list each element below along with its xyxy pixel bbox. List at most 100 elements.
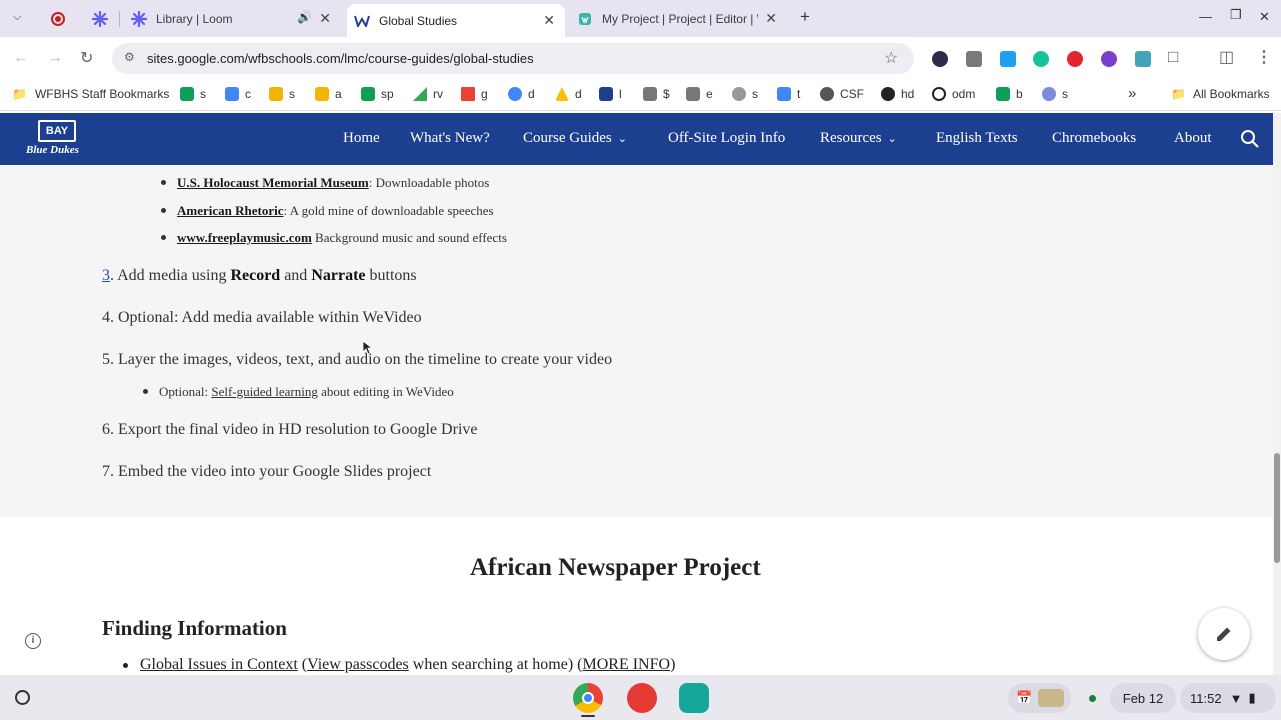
extension-icon[interactable] — [966, 51, 982, 67]
bookmark-item[interactable]: s — [180, 87, 206, 101]
bookmark-item[interactable]: odm — [932, 87, 975, 101]
tab-library-loom[interactable]: Library | Loom 🔊 ✕ — [131, 4, 341, 33]
menu-kebab-icon[interactable]: ⋮ — [1256, 47, 1272, 67]
nav-resources[interactable]: Resources ⌄ — [820, 130, 897, 147]
bookmark-item[interactable]: g — [461, 87, 488, 101]
nav-home[interactable]: Home — [343, 130, 380, 147]
bookmark-item[interactable]: s — [732, 87, 758, 101]
pencil-icon — [1217, 627, 1231, 641]
bookmark-item[interactable]: c — [225, 87, 251, 101]
bookmark-label: sp — [381, 87, 394, 101]
list-item-text: : A gold mine of downloadable speeches — [283, 203, 494, 218]
chrome-icon[interactable] — [573, 683, 603, 713]
nav-course-guides[interactable]: Course Guides ⌄ — [523, 130, 627, 147]
american-rhetoric-link[interactable]: American Rhetoric — [177, 203, 284, 218]
freeplaymusic-link[interactable]: www.freeplaymusic.com — [177, 230, 312, 245]
address-bar[interactable]: ⚙ sites.google.com/wfbschools.com/lmc/co… — [112, 43, 914, 74]
reload-icon[interactable]: ↻ — [80, 48, 93, 68]
nav-english-texts[interactable]: English Texts — [936, 130, 1018, 147]
site-header: BAY Blue Dukes Home What's New? Course G… — [0, 113, 1273, 165]
speaker-icon[interactable]: 🔊 — [297, 10, 312, 24]
close-window-icon[interactable]: ✕ — [1259, 9, 1270, 25]
tab-wevideo[interactable]: My Project | Project | Editor | W ✕ — [577, 4, 787, 33]
bookmark-item[interactable]: d — [508, 87, 535, 101]
extension-icon[interactable] — [1101, 51, 1117, 67]
bookmark-item[interactable]: l — [599, 87, 622, 101]
global-issues-link[interactable]: Global Issues in Context — [140, 656, 298, 673]
list-item-text: about editing in WeVideo — [317, 384, 454, 399]
bookmark-icon — [732, 87, 746, 101]
site-info-icon[interactable]: ⚙ — [124, 50, 135, 64]
list-item: American Rhetoric: A gold mine of downlo… — [161, 203, 494, 219]
bookmarks-overflow-icon[interactable]: » — [1128, 85, 1136, 102]
tab-global-studies[interactable]: Global Studies ✕ — [347, 4, 565, 37]
scrollbar[interactable] — [1273, 113, 1281, 675]
bookmark-item[interactable]: s — [1042, 87, 1068, 101]
bookmark-icon — [881, 87, 895, 101]
new-tab-icon[interactable]: + — [800, 7, 810, 27]
scrollbar-thumb[interactable] — [1274, 453, 1280, 563]
edit-button[interactable] — [1198, 608, 1250, 660]
tab-loom[interactable] — [92, 4, 110, 33]
restore-icon[interactable]: ❐ — [1230, 7, 1242, 23]
record-icon — [50, 11, 66, 27]
tray-holding-space[interactable]: 📅 — [1008, 683, 1071, 713]
canvas-app-icon[interactable] — [627, 683, 657, 713]
more-info-link[interactable]: MORE INFO — [583, 656, 671, 673]
all-bookmarks-button[interactable]: 📁 All Bookmarks — [1171, 87, 1270, 101]
classroom-app-icon[interactable] — [679, 683, 709, 713]
bookmark-item[interactable]: rv — [413, 87, 443, 101]
bookmark-folder-staff[interactable]: 📁 WFBHS Staff Bookmarks — [12, 87, 169, 101]
info-icon[interactable]: i — [25, 633, 41, 649]
bookmark-item[interactable]: d — [555, 87, 582, 101]
list-item: Optional: Self-guided learning about edi… — [143, 384, 454, 400]
launcher-icon[interactable] — [15, 690, 30, 705]
close-tab-icon[interactable]: ✕ — [543, 12, 555, 29]
bookmark-star-icon[interactable]: ☆ — [884, 48, 898, 68]
wevideo-icon — [577, 11, 593, 27]
bookmark-icon — [820, 87, 834, 101]
nav-off-site-login[interactable]: Off-Site Login Info — [668, 130, 785, 147]
nav-whats-new[interactable]: What's New? — [410, 130, 490, 147]
bookmark-icon — [508, 87, 522, 101]
bookmark-item[interactable]: $ — [643, 87, 670, 101]
extension-icon[interactable] — [1067, 51, 1083, 67]
minimize-icon[interactable]: — — [1199, 9, 1212, 24]
view-passcodes-link[interactable]: View passcodes — [307, 656, 409, 673]
self-guided-learning-link[interactable]: Self-guided learning — [211, 384, 318, 399]
tab-title: Library | Loom — [156, 11, 233, 26]
bookmark-label: s — [200, 87, 206, 101]
close-tab-icon[interactable]: ✕ — [319, 10, 331, 27]
bookmark-item[interactable]: CSF — [820, 87, 864, 101]
holocaust-museum-link[interactable]: U.S. Holocaust Memorial Museum — [177, 175, 369, 190]
nav-about[interactable]: About — [1174, 130, 1212, 147]
tab-record[interactable] — [50, 4, 68, 33]
grammarly-icon[interactable] — [1033, 51, 1049, 67]
tray-date[interactable]: Feb 12 — [1110, 683, 1176, 713]
back-icon[interactable]: ← — [13, 49, 29, 67]
extensions-puzzle-icon[interactable]: □ — [1168, 47, 1178, 67]
bookmark-item[interactable]: b — [996, 87, 1023, 101]
close-tab-icon[interactable]: ✕ — [765, 10, 777, 27]
extension-icon[interactable] — [1000, 51, 1016, 67]
site-logo[interactable]: BAY Blue Dukes — [26, 120, 90, 160]
bookmark-item[interactable]: hd — [881, 87, 914, 101]
tab-search-chevron-icon[interactable]: ⌵ — [13, 11, 21, 24]
nav-chromebooks[interactable]: Chromebooks — [1052, 130, 1136, 147]
side-panel-icon[interactable]: ◫ — [1219, 47, 1234, 67]
nav-label: Resources — [820, 130, 882, 146]
extension-icon[interactable] — [932, 51, 948, 67]
bookmark-item[interactable]: a — [315, 87, 342, 101]
forward-icon[interactable]: → — [47, 49, 63, 67]
step-3-link[interactable]: 3 — [102, 267, 110, 284]
bookmark-item[interactable]: s — [269, 87, 295, 101]
extension-icon[interactable] — [1135, 51, 1151, 67]
search-icon[interactable] — [1240, 129, 1260, 149]
tray-status[interactable]: 11:52 ▼ ▮ — [1180, 683, 1276, 713]
bookmark-item[interactable]: t — [777, 87, 800, 101]
bullet — [161, 180, 166, 185]
bookmark-item[interactable]: sp — [361, 87, 394, 101]
bookmark-label: hd — [901, 87, 915, 101]
bookmark-label: c — [245, 87, 251, 101]
bookmark-item[interactable]: e — [686, 87, 713, 101]
